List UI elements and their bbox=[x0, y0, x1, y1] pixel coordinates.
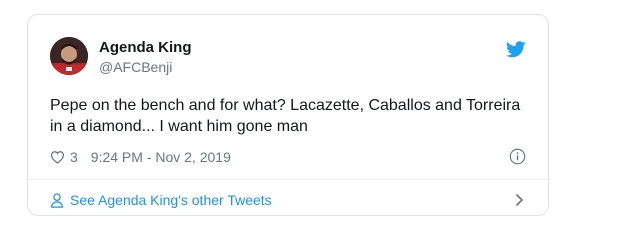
see-other-tweets-link[interactable]: See Agenda King's other Tweets bbox=[50, 189, 528, 211]
embedded-tweet-card: Agenda King @AFCBenji Pepe on the bench … bbox=[27, 14, 549, 216]
avatar[interactable] bbox=[50, 37, 88, 75]
author-block[interactable]: Agenda King @AFCBenji bbox=[99, 39, 192, 76]
like-count[interactable]: 3 bbox=[70, 149, 78, 165]
person-icon bbox=[50, 192, 64, 208]
footer-divider bbox=[28, 179, 548, 180]
info-icon[interactable] bbox=[509, 148, 526, 165]
author-display-name[interactable]: Agenda King bbox=[99, 39, 192, 57]
chevron-right-icon[interactable] bbox=[515, 193, 524, 207]
tweet-meta: 3 9:24 PM - Nov 2, 2019 bbox=[50, 147, 528, 167]
see-other-tweets-label[interactable]: See Agenda King's other Tweets bbox=[70, 192, 272, 208]
author-handle[interactable]: @AFCBenji bbox=[99, 58, 192, 76]
tweet-timestamp[interactable]: 9:24 PM - Nov 2, 2019 bbox=[91, 149, 231, 165]
tweet-text: Pepe on the bench and for what? Lacazett… bbox=[50, 97, 521, 135]
tweet-header: Agenda King @AFCBenji bbox=[50, 35, 528, 79]
heart-icon[interactable] bbox=[50, 150, 65, 164]
twitter-bird-icon[interactable] bbox=[506, 41, 526, 58]
